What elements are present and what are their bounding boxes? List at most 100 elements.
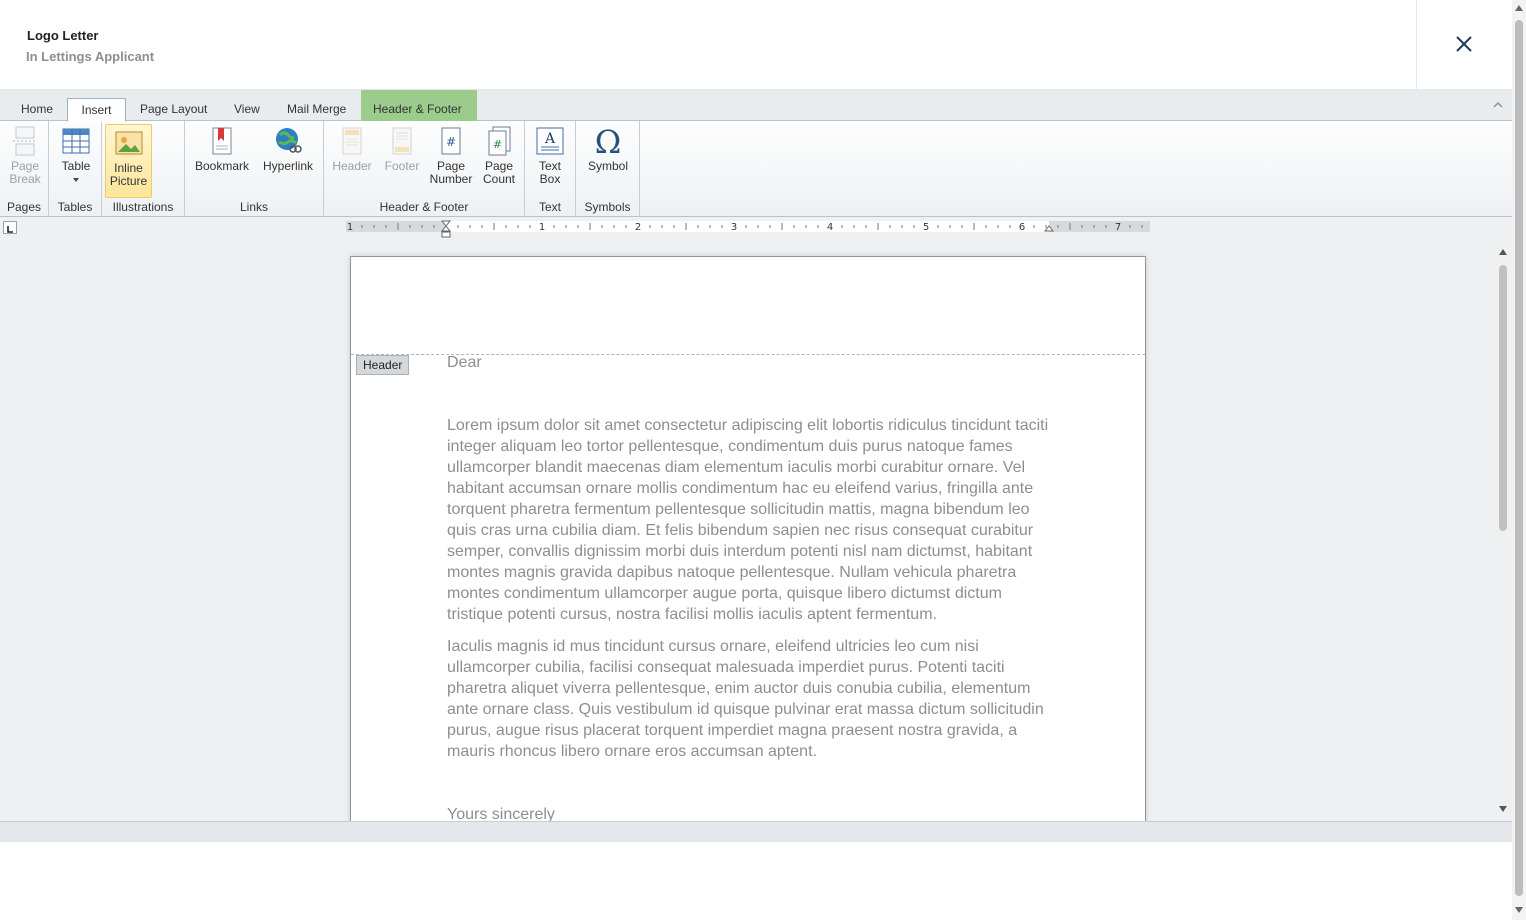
ruler-number: 6 [1019,222,1025,233]
svg-text:#: # [493,138,502,151]
chevron-up-icon [1493,101,1503,108]
page-count-icon: # [488,126,511,156]
outer-scroll-up-icon[interactable] [1514,4,1524,12]
group-symbols: Ω Symbol Symbols [576,121,640,216]
tab-insert[interactable]: Insert [67,98,126,122]
closing[interactable]: Yours sincerely [447,804,1057,821]
group-label-text: Text [538,200,561,214]
close-icon [1456,36,1472,52]
group-label-symbols: Symbols [584,200,631,214]
picture-icon [115,131,142,155]
ruler-number: 1 [539,222,545,233]
page-break-icon [13,126,37,156]
document-canvas[interactable]: Header Dear Lorem ipsum dolor sit amet c… [0,241,1512,821]
group-illustrations: Inline Picture Illustrations [102,121,185,216]
page-break-label-2: Break [9,172,41,186]
svg-text:Ω: Ω [595,125,622,157]
outer-scrollbar[interactable] [1512,0,1526,920]
tab-view[interactable]: View [227,98,267,121]
text-box-icon: A [536,127,564,155]
scroll-up-arrow-icon[interactable] [1498,248,1508,256]
inline-picture-label-2: Picture [109,174,148,188]
salutation[interactable]: Dear [447,352,1057,373]
page-number-label-1: Page [436,159,466,173]
page-break-label-1: Page [10,159,40,173]
table-button[interactable]: Table [57,125,95,186]
left-margin-marker [441,231,451,238]
footer-icon [392,127,412,155]
text-box-label-2: Box [539,172,561,186]
group-links: Bookmark Links Hyperlink [185,121,324,216]
ruler-number: 1 [347,222,353,233]
group-label-header-footer: Header & Footer [379,200,469,214]
document-page[interactable]: Header Dear Lorem ipsum dolor sit amet c… [350,256,1146,821]
group-label-links: Links [239,200,268,214]
scroll-down-arrow-icon[interactable] [1498,805,1508,813]
letter-editor-window: Logo Letter In Lettings Applicant Home I… [0,0,1526,920]
ruler-number: 5 [923,222,929,233]
hyperlink-button[interactable]: Hyperlink [258,125,318,173]
horizontal-ruler[interactable]: 1 1 2 3 4 5 6 7 [346,220,1150,240]
document-subtitle: In Lettings Applicant [26,49,155,64]
group-text: A Text Box Text [525,121,576,216]
text-box-button[interactable]: A Text Box [530,125,570,186]
bookmark-button[interactable]: Bookmark [192,125,252,173]
tab-stop-selector[interactable] [3,221,17,234]
header-tag[interactable]: Header [356,355,410,375]
footer-label: Footer [384,159,420,173]
bookmark-icon [212,127,232,155]
left-tab-icon [7,226,13,233]
ruler-bar: 1 1 2 3 4 5 6 7 [0,217,1512,241]
bookmark-label: Bookmark [194,159,250,173]
group-header-footer: Header Footer # Page Number # Page Count… [324,121,525,216]
collapse-ribbon-button[interactable] [1492,97,1504,108]
group-label-tables: Tables [57,200,93,214]
svg-text:A: A [544,131,556,147]
inline-picture-label-1: Inline [114,161,143,175]
symbol-label: Symbol [587,159,628,173]
ruler-number: 4 [827,222,833,233]
page-count-label-2: Count [482,172,516,186]
page-number-button[interactable]: # Page Number [427,125,475,186]
page-number-label-2: Number [429,172,473,186]
group-tables: Table Tables [49,121,102,216]
table-label: Table [61,159,91,173]
tab-page-layout[interactable]: Page Layout [133,98,214,121]
ruler-number: 7 [1115,222,1121,233]
footer-button[interactable]: Footer [378,125,426,173]
hyperlink-icon [276,128,302,153]
header-label: Header [332,159,372,173]
text-box-label-1: Text [538,159,561,173]
status-bar [0,821,1512,842]
hyperlink-label: Hyperlink [262,159,313,173]
svg-text:#: # [446,135,456,149]
tab-header-footer[interactable]: Header & Footer [361,90,477,121]
group-label-pages: Pages [6,200,42,214]
ruler-number: 3 [731,222,737,233]
tab-mail-merge[interactable]: Mail Merge [280,98,353,121]
ribbon-tab-bar: Home Insert Page Layout View Mail Merge … [0,90,1512,122]
group-label-illustrations: Illustrations [112,200,174,214]
close-button[interactable] [1452,32,1476,56]
header-button[interactable]: Header [328,125,376,173]
inline-picture-button[interactable]: Inline Picture [105,124,152,198]
title-bar: Logo Letter In Lettings Applicant [0,0,1512,90]
page-count-button[interactable]: # Page Count [476,125,522,186]
ribbon-insert: Page Break Pages Table Tables Inline Pic… [0,121,1512,217]
group-pages: Page Break Pages [0,121,49,216]
outer-scrollbar-thumb[interactable] [1515,20,1523,896]
outer-scroll-down-icon[interactable] [1514,906,1524,914]
symbol-button[interactable]: Ω Symbol [581,125,635,173]
dropdown-arrow-icon [73,178,79,182]
page-count-label-1: Page [484,159,514,173]
page-number-icon: # [441,127,461,155]
ruler-number: 2 [635,222,641,233]
paragraph-1[interactable]: Lorem ipsum dolor sit amet consectetur a… [447,415,1057,625]
omega-icon: Ω [595,125,622,157]
page-break-button[interactable]: Page Break [5,125,45,186]
document-scrollbar[interactable] [1494,241,1512,821]
table-icon [62,128,90,154]
scrollbar-thumb[interactable] [1499,265,1507,531]
tab-home[interactable]: Home [14,98,60,121]
paragraph-2[interactable]: Iaculis magnis id mus tincidunt cursus o… [447,636,1057,762]
